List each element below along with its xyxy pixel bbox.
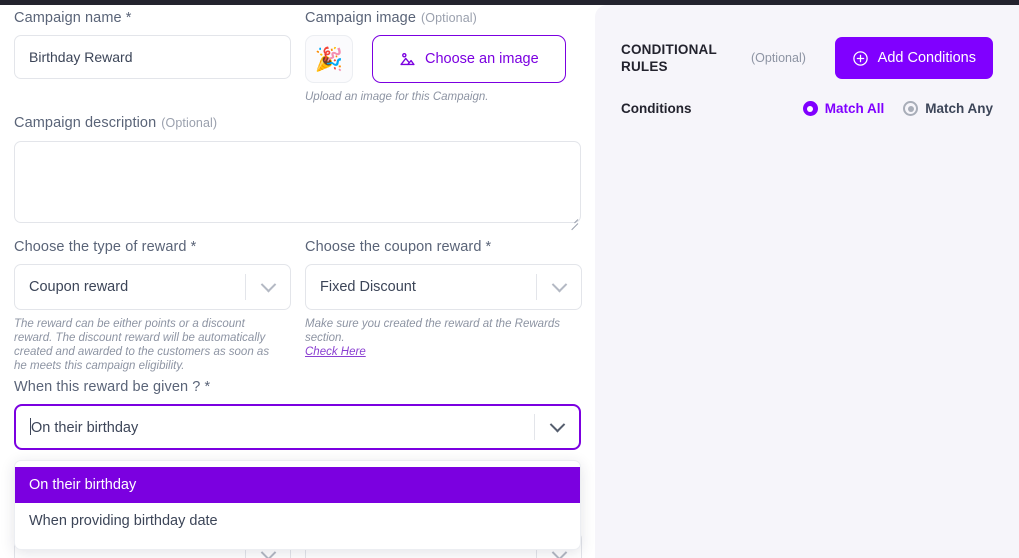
match-all-radio[interactable] (802, 101, 818, 116)
campaign-editor-screen: Campaign name* Campaign image(Optional) … (0, 0, 1019, 558)
campaign-description-wrap (14, 141, 581, 231)
choose-an-image-button[interactable]: Choose an image (372, 35, 566, 83)
dropdown-option-when-providing-birthday-date[interactable]: When providing birthday date (15, 503, 580, 539)
campaign-description-label: Campaign description (Optional) (14, 115, 581, 131)
dropdown-option-on-their-birthday[interactable]: On their birthday (15, 467, 580, 503)
reward-timing-select[interactable]: On their birthday (14, 404, 581, 450)
add-conditions-button[interactable]: Add Conditions (834, 37, 993, 79)
reward-timing-required-mark: * (204, 379, 211, 395)
conditions-row: Conditions Match All Match Any (621, 101, 993, 116)
coupon-reward-select-box[interactable]: Fixed Discount (305, 264, 582, 310)
match-any-radio[interactable] (903, 101, 919, 116)
coupon-reward-select[interactable]: Fixed Discount (305, 264, 582, 310)
reward-type-label: Choose the type of reward * (14, 239, 291, 255)
conditional-rules-header: CONDITIONAL RULES (Optional) Add Conditi… (621, 37, 993, 79)
reward-type-value: Coupon reward (29, 279, 129, 295)
coupon-reward-helper-sentence: Make sure you created the reward at the … (305, 318, 561, 344)
campaign-name-required-mark: * (125, 10, 132, 26)
reward-timing-label: When this reward be given ? * (14, 379, 581, 395)
reward-timing-label-text: When this reward be given ? (14, 379, 201, 395)
conditional-rules-optional-mark: (Optional) (751, 51, 806, 65)
campaign-form-column: Campaign name* Campaign image(Optional) … (0, 5, 595, 558)
match-all-label[interactable]: Match All (825, 101, 885, 116)
add-conditions-label: Add Conditions (877, 50, 976, 66)
coupon-reward-value: Fixed Discount (320, 279, 416, 295)
reward-timing-value-wrap: On their birthday (30, 418, 534, 436)
dropdown-option-label: When providing birthday date (29, 513, 218, 529)
party-popper-glyph: 🎉 (314, 45, 344, 72)
reward-timing-select-box[interactable]: On their birthday (14, 404, 581, 450)
campaign-name-label-text: Campaign name (14, 10, 122, 26)
campaign-description-field-group: Campaign description (Optional) (14, 115, 581, 231)
coupon-reward-label: Choose the coupon reward * (305, 239, 582, 255)
chevron-down-icon[interactable] (537, 276, 581, 293)
campaign-description-label-text: Campaign description (14, 115, 157, 131)
campaign-name-label: Campaign name * (14, 10, 291, 26)
campaign-name-field-group: Campaign name * (14, 10, 291, 79)
campaign-image-helper-text: Upload an image for this Campaign. (305, 91, 489, 103)
match-any-label[interactable]: Match Any (925, 101, 993, 116)
campaign-image-label: Campaign image (Optional) (305, 10, 585, 26)
campaign-image-row: 🎉 Choose an image (305, 35, 585, 83)
reward-type-select[interactable]: Coupon reward (14, 264, 291, 310)
campaign-name-input[interactable] (14, 35, 291, 79)
reward-type-required-mark: * (190, 239, 197, 255)
campaign-image-field-group: Campaign image (Optional) 🎉 Choose an im… (305, 10, 585, 104)
match-mode-radio-group[interactable]: Match All Match Any (802, 101, 993, 116)
campaign-description-textarea[interactable] (14, 141, 581, 223)
conditional-rules-title: CONDITIONAL RULES (621, 42, 717, 74)
conditions-label: Conditions (621, 101, 692, 116)
conditional-rules-panel: CONDITIONAL RULES (Optional) Add Conditi… (595, 5, 1019, 558)
coupon-reward-field-group: Choose the coupon reward * Fixed Discount… (305, 239, 582, 359)
plus-circle-icon (852, 50, 869, 67)
reward-type-helper-text: The reward can be either points or a dis… (14, 318, 270, 372)
reward-timing-value: On their birthday (31, 420, 139, 436)
campaign-description-optional-mark: (Optional) (161, 116, 218, 130)
chevron-down-icon[interactable] (246, 544, 290, 558)
check-here-link[interactable]: Check Here (305, 345, 582, 359)
campaign-image-optional-mark: (Optional) (421, 11, 477, 25)
campaign-image-label-text: Campaign image (305, 10, 417, 26)
dropdown-option-label: On their birthday (29, 477, 137, 493)
reward-timing-dropdown-menu[interactable]: On their birthday When providing birthda… (14, 460, 581, 550)
choose-an-image-label: Choose an image (425, 51, 539, 67)
coupon-reward-label-text: Choose the coupon reward (305, 239, 482, 255)
chevron-down-icon[interactable] (246, 276, 290, 293)
reward-type-label-text: Choose the type of reward (14, 239, 187, 255)
reward-timing-field-group: When this reward be given ? * On their bi… (14, 379, 581, 450)
party-popper-icon: 🎉 (305, 35, 353, 83)
image-picker-icon (399, 51, 416, 68)
reward-type-select-box[interactable]: Coupon reward (14, 264, 291, 310)
chevron-down-icon[interactable] (535, 416, 579, 433)
chevron-down-icon[interactable] (537, 544, 581, 558)
reward-type-field-group: Choose the type of reward * Coupon reward… (14, 239, 291, 373)
coupon-reward-required-mark: * (485, 239, 492, 255)
coupon-reward-helper-text: Make sure you created the reward at the … (305, 317, 582, 359)
